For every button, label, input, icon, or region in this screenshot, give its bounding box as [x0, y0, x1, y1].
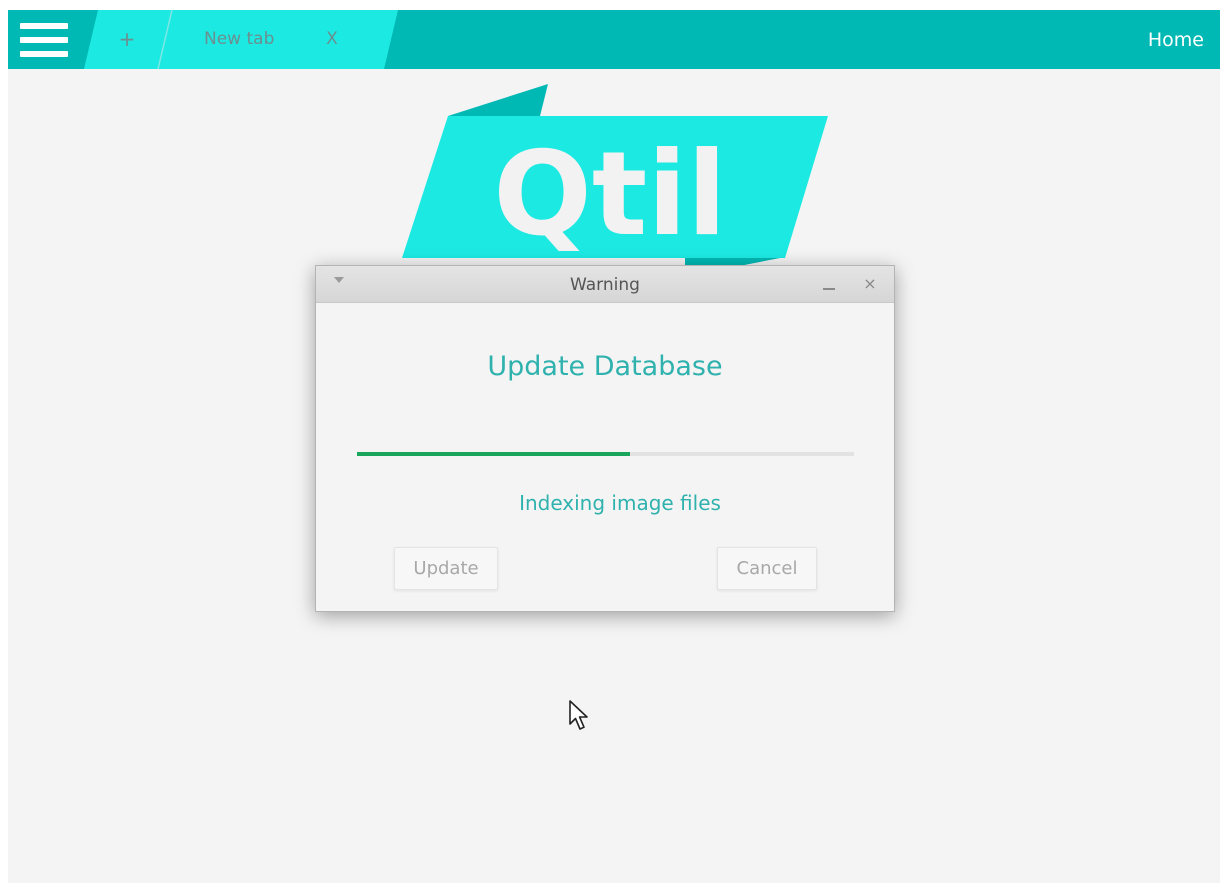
progress-bar-fill	[357, 452, 631, 456]
tab-new-tab[interactable]: New tab	[204, 26, 294, 52]
tab-close-button[interactable]: X	[322, 26, 342, 52]
dialog-titlebar[interactable]: Warning ×	[316, 266, 894, 303]
mouse-pointer-icon	[569, 700, 588, 730]
hamburger-icon-bar	[20, 37, 68, 43]
top-bar: + New tab X Home	[8, 10, 1220, 69]
dialog-heading: Update Database	[487, 351, 723, 382]
close-icon[interactable]: ×	[860, 273, 880, 295]
qtil-logo: Qtil	[402, 84, 828, 274]
application-window: + New tab X Home Qtil Warning × Update D…	[8, 10, 1220, 883]
logo-text: Qtil	[493, 127, 727, 262]
minimize-icon[interactable]	[823, 288, 835, 290]
cancel-button[interactable]: Cancel	[717, 547, 817, 590]
tab-strip	[84, 10, 398, 69]
warning-dialog: Warning × Update Database Indexing image…	[315, 265, 895, 612]
status-text: Indexing image files	[519, 491, 721, 515]
hamburger-icon-bar	[20, 23, 68, 29]
home-link[interactable]: Home	[1148, 26, 1204, 54]
hamburger-icon-bar	[20, 51, 68, 57]
dialog-title: Warning	[570, 275, 640, 295]
logo-ribbon-top	[448, 84, 548, 116]
progress-bar	[357, 452, 854, 456]
new-tab-button[interactable]: +	[114, 26, 140, 52]
hamburger-menu-button[interactable]	[20, 23, 68, 57]
update-button[interactable]: Update	[394, 547, 498, 590]
